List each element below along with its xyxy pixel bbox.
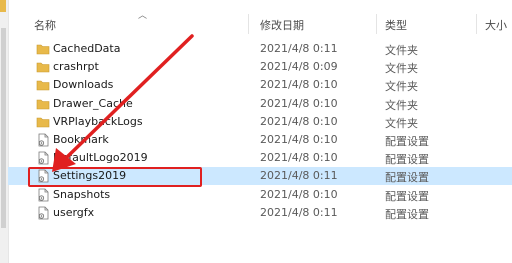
file-type: 文件夹 xyxy=(385,44,418,57)
column-header-size[interactable]: 大小 xyxy=(485,17,507,33)
file-modified-date: 2021/4/8 0:10 xyxy=(260,96,338,110)
column-divider[interactable] xyxy=(248,14,249,34)
file-name: Bookmark xyxy=(53,133,109,146)
file-row[interactable]: Snapshots 2021/4/8 0:10 配置设置 xyxy=(8,186,512,204)
annotation-highlight-box xyxy=(28,167,202,187)
file-name: crashrpt xyxy=(53,60,99,74)
file-name: DefaultLogo2019 xyxy=(53,151,148,165)
file-row[interactable]: usergfx 2021/4/8 0:11 配置设置 xyxy=(8,204,512,222)
file-type: 文件夹 xyxy=(385,116,418,130)
column-header-name[interactable]: 名称 xyxy=(34,17,56,33)
column-header-modified[interactable]: 修改日期 xyxy=(260,17,304,33)
folder-tab-icon xyxy=(0,0,6,12)
settings-file-icon xyxy=(38,206,49,220)
file-type: 文件夹 xyxy=(385,62,418,76)
file-type: 文件夹 xyxy=(385,98,418,112)
folder-icon xyxy=(36,44,50,55)
folder-icon xyxy=(36,117,50,128)
folder-icon xyxy=(36,99,50,109)
file-name: Drawer_Cache xyxy=(53,96,133,110)
file-modified-date: 2021/4/8 0:10 xyxy=(260,114,338,128)
file-row[interactable]: VRPlaybackLogs 2021/4/8 0:10 文件夹 xyxy=(8,113,512,131)
column-divider[interactable] xyxy=(376,14,377,34)
file-modified-date: 2021/4/8 0:11 xyxy=(260,169,338,183)
column-divider[interactable] xyxy=(476,14,477,34)
file-modified-date: 2021/4/8 0:11 xyxy=(260,42,338,55)
file-name: CachedData xyxy=(53,42,121,55)
nav-scrollbar-thumb[interactable] xyxy=(1,28,6,228)
file-modified-date: 2021/4/8 0:10 xyxy=(260,133,338,146)
file-modified-date: 2021/4/8 0:10 xyxy=(260,187,338,201)
file-row[interactable]: crashrpt 2021/4/8 0:09 文件夹 xyxy=(8,58,512,76)
file-type: 配置设置 xyxy=(385,135,429,148)
file-name: VRPlaybackLogs xyxy=(53,114,143,128)
file-row[interactable]: DefaultLogo2019 2021/4/8 0:10 配置设置 xyxy=(8,149,512,167)
file-modified-date: 2021/4/8 0:10 xyxy=(260,151,338,165)
file-name: Snapshots xyxy=(53,187,111,201)
file-type: 配置设置 xyxy=(385,153,429,167)
file-modified-date: 2021/4/8 0:09 xyxy=(260,60,338,74)
file-type: 配置设置 xyxy=(385,171,429,185)
file-type: 配置设置 xyxy=(385,189,429,203)
file-name: usergfx xyxy=(53,205,95,219)
file-row[interactable]: Bookmark 2021/4/8 0:10 配置设置 xyxy=(8,131,512,149)
file-name: Downloads xyxy=(53,78,114,92)
settings-file-icon xyxy=(38,151,49,165)
settings-file-icon xyxy=(38,188,49,201)
folder-icon xyxy=(36,62,50,73)
file-type: 文件夹 xyxy=(385,80,418,94)
file-row[interactable]: Drawer_Cache 2021/4/8 0:10 文件夹 xyxy=(8,95,512,113)
settings-file-icon xyxy=(38,133,49,147)
file-type: 配置设置 xyxy=(385,207,429,221)
file-row[interactable]: Downloads 2021/4/8 0:10 文件夹 xyxy=(8,76,512,94)
column-header-bar: 名称 修改日期 类型 大小 xyxy=(8,12,512,36)
file-modified-date: 2021/4/8 0:11 xyxy=(260,205,338,219)
folder-icon xyxy=(36,81,50,91)
file-row[interactable]: CachedData 2021/4/8 0:11 文件夹 xyxy=(8,40,512,58)
column-header-type[interactable]: 类型 xyxy=(385,17,407,33)
file-modified-date: 2021/4/8 0:10 xyxy=(260,78,338,92)
